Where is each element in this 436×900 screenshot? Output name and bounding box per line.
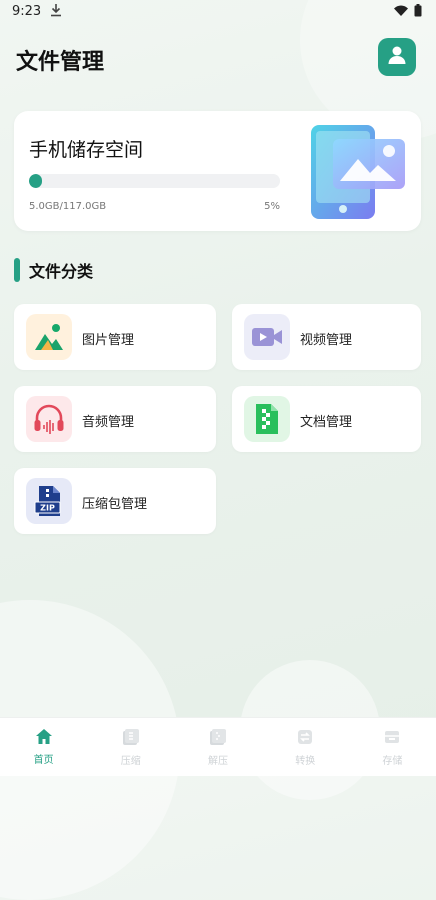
storage-usage: 5.0GB/117.0GB xyxy=(29,201,107,212)
tab-label: 解压 xyxy=(208,755,228,767)
video-icon xyxy=(244,314,290,360)
status-bar: 9:23 xyxy=(0,0,436,24)
phone-gallery-illustration xyxy=(305,123,405,225)
category-audio[interactable]: 音频管理 xyxy=(14,386,216,452)
svg-text:ZIP: ZIP xyxy=(40,504,55,513)
category-images[interactable]: 图片管理 xyxy=(14,304,216,370)
tab-extract[interactable]: 解压 xyxy=(174,718,261,776)
section-header: 文件分类 xyxy=(14,257,93,283)
section-title: 文件分类 xyxy=(29,262,94,281)
zip-icon: ZIP xyxy=(26,478,72,524)
convert-icon xyxy=(296,728,314,750)
tab-label: 首页 xyxy=(33,755,54,766)
audio-icon xyxy=(26,396,72,442)
tab-label: 存储 xyxy=(382,755,403,767)
tab-home[interactable]: 首页 xyxy=(0,718,87,776)
tab-label: 压缩 xyxy=(120,755,141,767)
section-accent-bar xyxy=(14,258,20,282)
status-time: 9:23 xyxy=(12,4,42,19)
home-icon xyxy=(35,728,53,749)
compress-icon xyxy=(122,728,140,750)
tab-compress[interactable]: 压缩 xyxy=(87,718,174,776)
storage-percent: 5% xyxy=(264,201,280,212)
tab-storage[interactable]: 存储 xyxy=(349,718,436,776)
image-icon xyxy=(26,314,72,360)
download-icon xyxy=(50,3,62,21)
battery-icon xyxy=(414,4,422,21)
category-videos[interactable]: 视频管理 xyxy=(232,304,421,370)
bottom-tab-bar: 首页 压缩 解压 转换 存储 xyxy=(0,717,436,776)
tab-convert[interactable]: 转换 xyxy=(262,718,349,776)
document-icon xyxy=(244,396,290,442)
storage-progress-bar xyxy=(29,174,280,188)
category-documents[interactable]: 文档管理 xyxy=(232,386,421,452)
category-zip[interactable]: ZIP 压缩包管理 xyxy=(14,468,216,534)
page-title: 文件管理 xyxy=(16,50,105,75)
user-icon xyxy=(386,44,408,70)
category-label: 音频管理 xyxy=(82,415,135,430)
storage-label: 手机储存空间 xyxy=(29,139,144,161)
extract-icon xyxy=(209,728,227,750)
tab-label: 转换 xyxy=(295,755,316,767)
storage-progress-fill xyxy=(29,174,42,188)
storage-card[interactable]: 手机储存空间 5.0GB/117.0GB 5% xyxy=(14,111,421,231)
category-label: 图片管理 xyxy=(82,333,135,348)
category-label: 文档管理 xyxy=(300,415,353,430)
wifi-icon xyxy=(394,5,408,21)
category-label: 压缩包管理 xyxy=(82,497,148,512)
category-label: 视频管理 xyxy=(300,333,353,348)
profile-button[interactable] xyxy=(378,38,416,76)
storage-icon xyxy=(383,728,401,750)
